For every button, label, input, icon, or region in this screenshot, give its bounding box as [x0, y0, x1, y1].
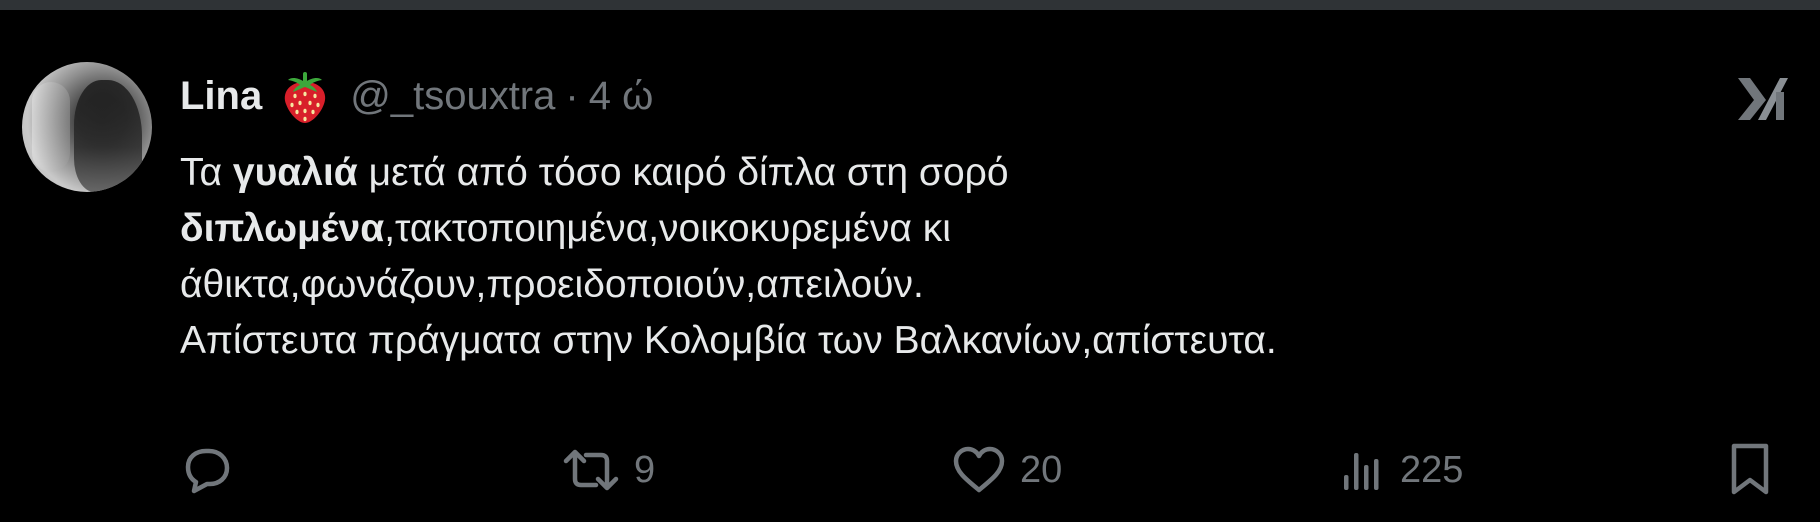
heart-icon	[953, 446, 1005, 493]
tweet[interactable]: Lina @_tsouxtra · 4 ώ Τα γυαλιά μετά από…	[0, 10, 1820, 522]
tweet-header: Lina @_tsouxtra · 4 ώ	[180, 68, 653, 124]
bookmark-icon	[1731, 443, 1769, 495]
retweet-count: 9	[634, 448, 656, 491]
tweet-text-line-1: Τα γυαλιά μετά από τόσο καιρό δίπλα στη …	[180, 151, 1009, 194]
reply-icon	[185, 448, 230, 494]
views-icon	[1344, 453, 1379, 490]
tweet-text-line-2: διπλωμένα,τακτοποιημένα,νοικοκυρεμένα κι	[180, 207, 951, 250]
display-name[interactable]: Lina	[180, 74, 262, 119]
strawberry-icon	[280, 68, 330, 124]
x-logo-icon[interactable]	[1736, 76, 1790, 122]
like-count: 20	[1020, 448, 1063, 491]
timestamp[interactable]: 4 ώ	[589, 74, 654, 119]
like-button[interactable]: 20	[952, 435, 1062, 505]
tweet-text: Τα γυαλιά μετά από τόσο καιρό δίπλα στη …	[180, 145, 1740, 369]
avatar[interactable]	[22, 62, 152, 192]
separator-dot: ·	[565, 73, 579, 118]
bookmark-button[interactable]	[1728, 435, 1772, 505]
tweet-text-line-3: άθικτα,φωνάζουν,προειδοποιούν,απειλούν.	[180, 263, 924, 306]
top-divider	[0, 0, 1820, 10]
user-handle[interactable]: @_tsouxtra	[350, 74, 555, 119]
action-bar: 9 20 225	[0, 435, 1820, 505]
retweet-button[interactable]: 9	[562, 435, 655, 505]
views-button[interactable]: 225	[1340, 435, 1463, 505]
bold-word: διπλωμένα	[180, 207, 385, 250]
views-count: 225	[1400, 448, 1464, 491]
reply-button[interactable]	[182, 435, 232, 505]
bold-word: γυαλιά	[232, 151, 358, 194]
retweet-icon	[563, 449, 619, 491]
tweet-text-line-4: Απίστευτα πράγματα στην Κολομβία των Βαλ…	[180, 319, 1277, 362]
